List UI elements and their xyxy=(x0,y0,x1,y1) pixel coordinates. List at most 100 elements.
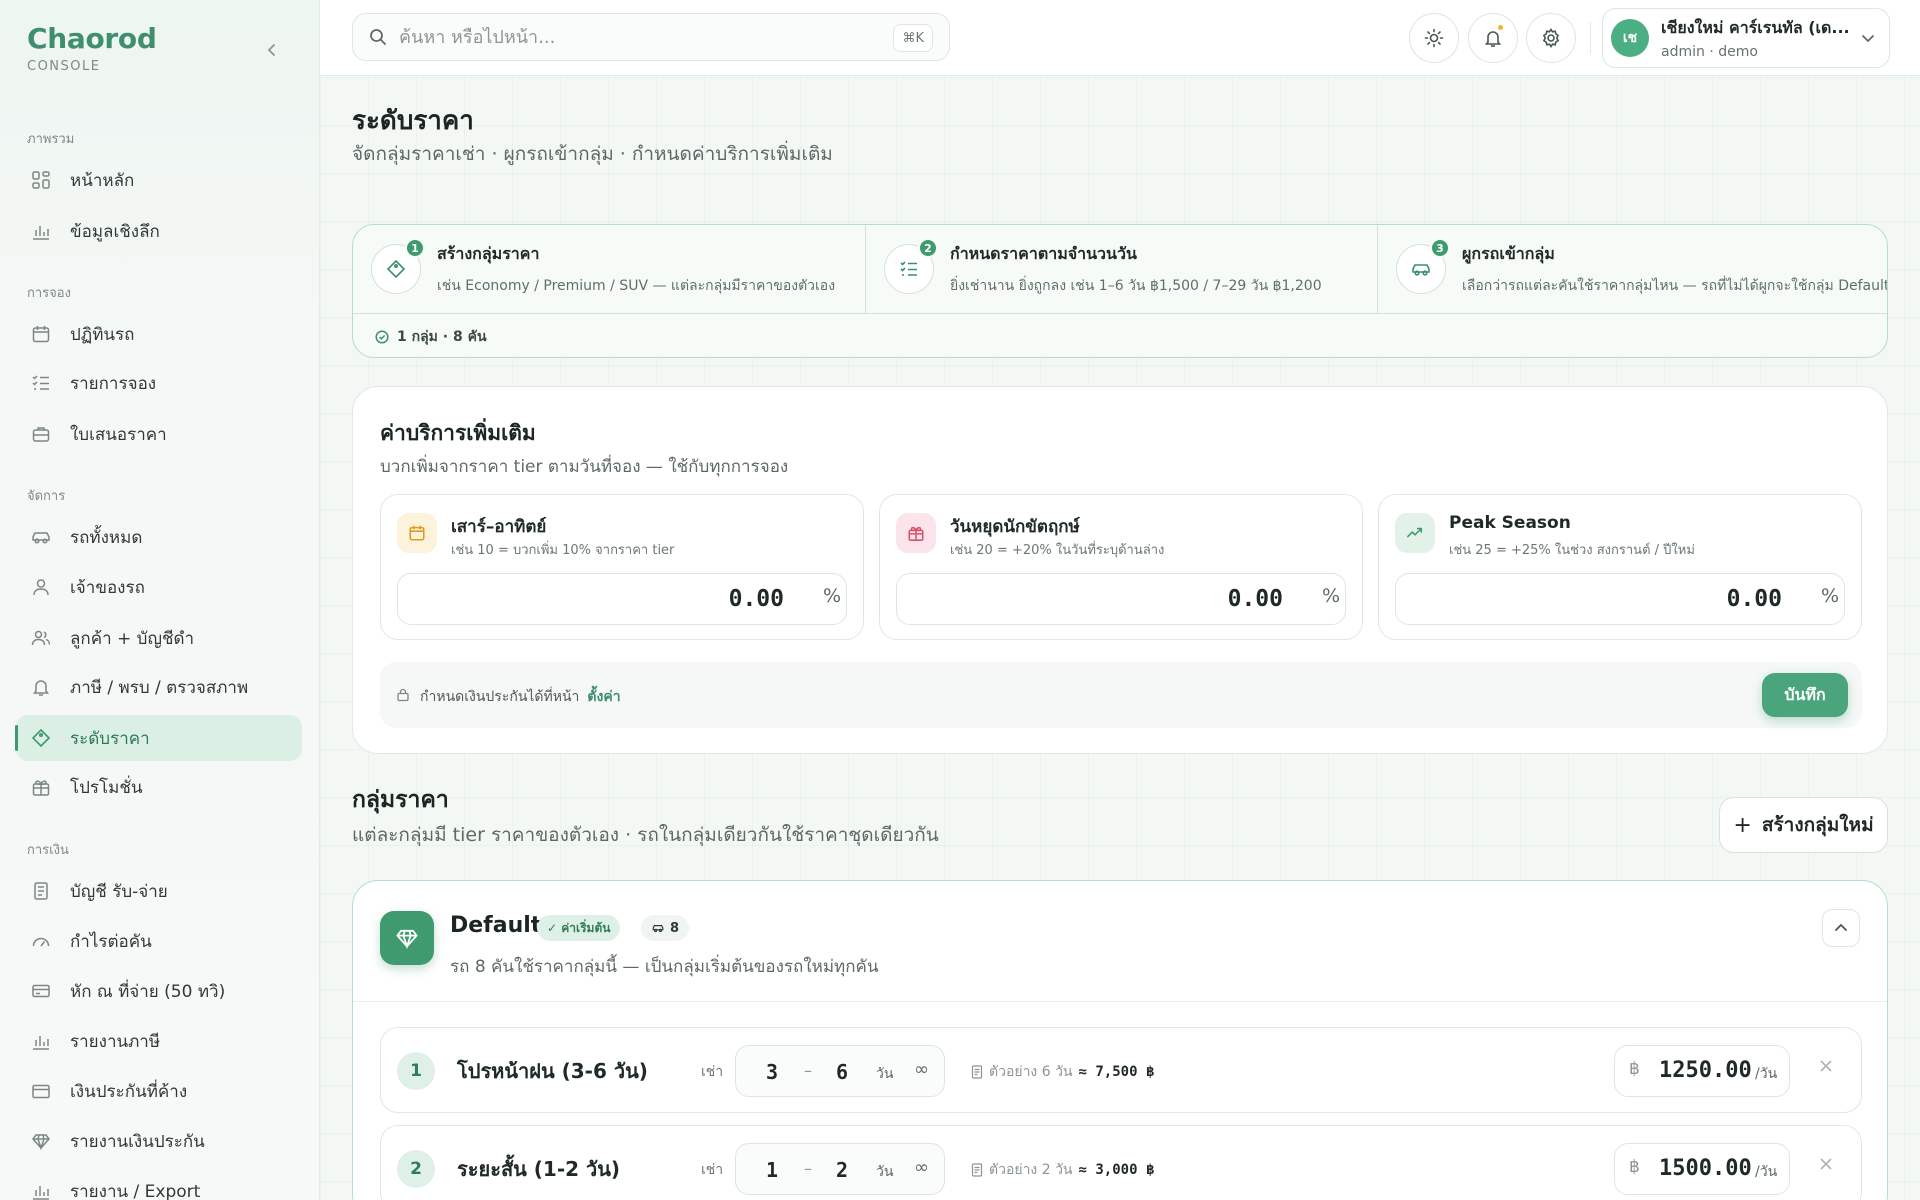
sidebar-item-promotions[interactable]: โปรโมชั่น xyxy=(16,764,302,810)
step-description: เช่น Economy / Premium / SUV — แต่ละกลุ่… xyxy=(437,277,836,294)
min-days-input[interactable]: 1 xyxy=(752,1158,792,1182)
price-value: 1250.00 xyxy=(1659,1058,1752,1083)
collapse-group-button[interactable] xyxy=(1822,909,1860,947)
price-per-day-input[interactable]: ฿ 1500.00 /วัน xyxy=(1614,1143,1790,1195)
price-group-default: Default ✓ ค่าเริ่มต้น 8 รถ 8 คันใช้ราคาก… xyxy=(352,880,1888,1200)
sidebar-item-car-calendar[interactable]: ปฏิทินรถ xyxy=(16,311,302,357)
sidebar-item-reports-export[interactable]: รายงาน / Export xyxy=(16,1168,302,1200)
deposit-hint: กำหนดเงินประกันได้ที่หน้า ตั้งค่า xyxy=(420,686,621,708)
gift-icon xyxy=(30,776,52,798)
nav-section-manage: จัดการ xyxy=(27,489,66,504)
check-circle-icon xyxy=(375,329,389,344)
sidebar-item-car-owners[interactable]: เจ้าของรถ xyxy=(16,564,302,610)
create-group-button[interactable]: + สร้างกลุ่มใหม่ xyxy=(1719,797,1888,853)
fee-label: วันหยุดนักขัตฤกษ์ xyxy=(950,517,1080,537)
sidebar-item-deposit-report[interactable]: รายงานเงินประกัน xyxy=(16,1118,302,1164)
car-count: 8 xyxy=(670,920,680,936)
step-assign-cars[interactable]: 3 ผูกรถเข้ากลุ่ม เลือกว่ารถแต่ละคันใช้รา… xyxy=(1377,225,1887,313)
sidebar-item-pending-deposits[interactable]: เงินประกันที่ค้าง xyxy=(16,1068,302,1114)
step-day-pricing[interactable]: 2 กำหนดราคาตามจำนวนวัน ยิ่งเช่านาน ยิ่งถ… xyxy=(865,225,1377,313)
sidebar-item-label: ระดับราคา xyxy=(70,728,150,749)
max-days-input[interactable]: 2 xyxy=(822,1158,862,1182)
group-description: รถ 8 คันใช้ราคากลุ่มนี้ — เป็นกลุ่มเริ่ม… xyxy=(450,957,879,977)
notifications-button[interactable] xyxy=(1468,13,1518,63)
user-icon xyxy=(30,576,52,598)
tier-name[interactable]: โปรหน้าฝน (3-6 วัน) xyxy=(457,1055,648,1087)
sidebar-item-withholding-tax[interactable]: หัก ณ ที่จ่าย (50 ทวิ) xyxy=(16,968,302,1014)
default-badge: ✓ ค่าเริ่มต้น xyxy=(537,915,621,941)
sidebar-item-tax-report[interactable]: รายงานภาษี xyxy=(16,1018,302,1064)
save-button[interactable]: บันทึก xyxy=(1762,673,1848,717)
sidebar-item-label: บัญชี รับ-จ่าย xyxy=(70,881,168,902)
sidebar-item-home[interactable]: หน้าหลัก xyxy=(16,157,302,203)
bar-chart-icon xyxy=(30,1180,52,1200)
nav-section-booking: การจอง xyxy=(27,286,71,301)
sidebar-item-ledger[interactable]: บัญชี รับ-จ่าย xyxy=(16,868,302,914)
collapse-sidebar-button[interactable] xyxy=(260,38,284,62)
fee-label: Peak Season xyxy=(1449,513,1571,533)
sidebar-item-price-tiers[interactable]: ระดับราคา xyxy=(15,715,302,761)
sidebar-item-profit-per-car[interactable]: กำไรต่อคัน xyxy=(16,918,302,964)
theme-toggle-button[interactable] xyxy=(1409,13,1459,63)
gift-icon xyxy=(896,513,936,553)
sidebar-item-label: ภาษี / พรบ / ตรวจสภาพ xyxy=(70,677,249,698)
sidebar-item-label: โปรโมชั่น xyxy=(70,777,143,798)
tier-example: ตัวอย่าง 6 วัน ≈ 7,500 ฿ xyxy=(971,1061,1154,1083)
sidebar: Chaorod CONSOLE ภาพรวม หน้าหลัก ข้อมูลเช… xyxy=(0,0,320,1200)
sidebar-item-label: รายงาน / Export xyxy=(70,1181,201,1200)
sidebar-item-bookings[interactable]: รายการจอง xyxy=(16,360,302,406)
chevron-left-icon xyxy=(267,44,275,56)
shortcut-badge: ⌘K xyxy=(893,24,933,52)
avatar: เช xyxy=(1611,19,1649,57)
settings-link[interactable]: ตั้งค่า xyxy=(587,689,620,705)
sidebar-item-insights[interactable]: ข้อมูลเชิงลึก xyxy=(16,208,302,254)
search-input[interactable] xyxy=(399,26,879,48)
per-day-unit: /วัน xyxy=(1755,1066,1778,1082)
tier-name[interactable]: ระยะสั้น (1-2 วัน) xyxy=(457,1153,620,1185)
account-switcher[interactable]: เช เชียงใหม่ คาร์เรนทัล (เด... admin · d… xyxy=(1602,8,1890,68)
document-icon xyxy=(971,1065,983,1079)
brand[interactable]: Chaorod CONSOLE xyxy=(27,22,157,74)
infinity-toggle[interactable]: ∞ xyxy=(914,1157,929,1178)
extra-fees-card: ค่าบริการเพิ่มเติม บวกเพิ่มจากราคา tier … xyxy=(352,386,1888,754)
sidebar-item-customers[interactable]: ลูกค้า + บัญชีดำ xyxy=(16,615,302,661)
settings-button[interactable] xyxy=(1526,13,1576,63)
steps-summary: 1 กลุ่ม · 8 คัน xyxy=(353,313,1887,357)
deposit-hint-text: กำหนดเงินประกันได้ที่หน้า xyxy=(420,689,580,705)
fee-unit: % xyxy=(1321,585,1340,607)
brand-sub: CONSOLE xyxy=(27,59,101,74)
rent-label: เช่า xyxy=(701,1162,724,1178)
car-count-badge: 8 xyxy=(641,915,690,941)
max-days-input[interactable]: 6 xyxy=(822,1060,862,1084)
min-days-input[interactable]: 3 xyxy=(752,1060,792,1084)
gear-icon xyxy=(1542,28,1560,48)
delete-tier-button[interactable] xyxy=(1819,1054,1833,1079)
grid-icon xyxy=(30,169,52,191)
nav-section-finance: การเงิน xyxy=(27,843,69,858)
fee-label: เสาร์–อาทิตย์ xyxy=(451,517,547,537)
sidebar-item-label: รายการจอง xyxy=(70,373,157,394)
divider xyxy=(353,1001,1887,1002)
infinity-toggle[interactable]: ∞ xyxy=(914,1059,929,1080)
example-label: ตัวอย่าง 6 วัน xyxy=(989,1064,1073,1080)
price-per-day-input[interactable]: ฿ 1250.00 /วัน xyxy=(1614,1045,1790,1097)
currency-symbol: ฿ xyxy=(1629,1157,1640,1177)
weekend-percent-input[interactable]: 0.00 xyxy=(397,573,847,625)
sidebar-item-all-cars[interactable]: รถทั้งหมด xyxy=(16,514,302,560)
sidebar-item-label: ข้อมูลเชิงลึก xyxy=(70,221,160,242)
delete-tier-button[interactable] xyxy=(1819,1152,1833,1177)
currency-symbol: ฿ xyxy=(1629,1059,1640,1079)
page-subtitle: จัดกลุ่มราคาเช่า · ผูกรถเข้ากลุ่ม · กำหน… xyxy=(352,143,833,165)
nav-section-overview: ภาพรวม xyxy=(27,132,75,147)
sun-icon xyxy=(1424,28,1444,48)
close-icon xyxy=(1820,1158,1832,1170)
create-group-label: สร้างกลุ่มใหม่ xyxy=(1761,814,1874,836)
peak-season-percent-input[interactable]: 0.00 xyxy=(1395,573,1845,625)
sidebar-item-tax-inspection[interactable]: ภาษี / พรบ / ตรวจสภาพ xyxy=(16,664,302,710)
example-total: ≈ 7,500 ฿ xyxy=(1078,1064,1155,1080)
holiday-percent-input[interactable]: 0.00 xyxy=(896,573,1346,625)
step-create-group[interactable]: 1 สร้างกลุ่มราคา เช่น Economy / Premium … xyxy=(353,225,865,313)
search-box[interactable]: ⌘K xyxy=(352,13,950,61)
sidebar-item-quotations[interactable]: ใบเสนอราคา xyxy=(16,411,302,457)
diamond-icon xyxy=(30,1130,52,1152)
